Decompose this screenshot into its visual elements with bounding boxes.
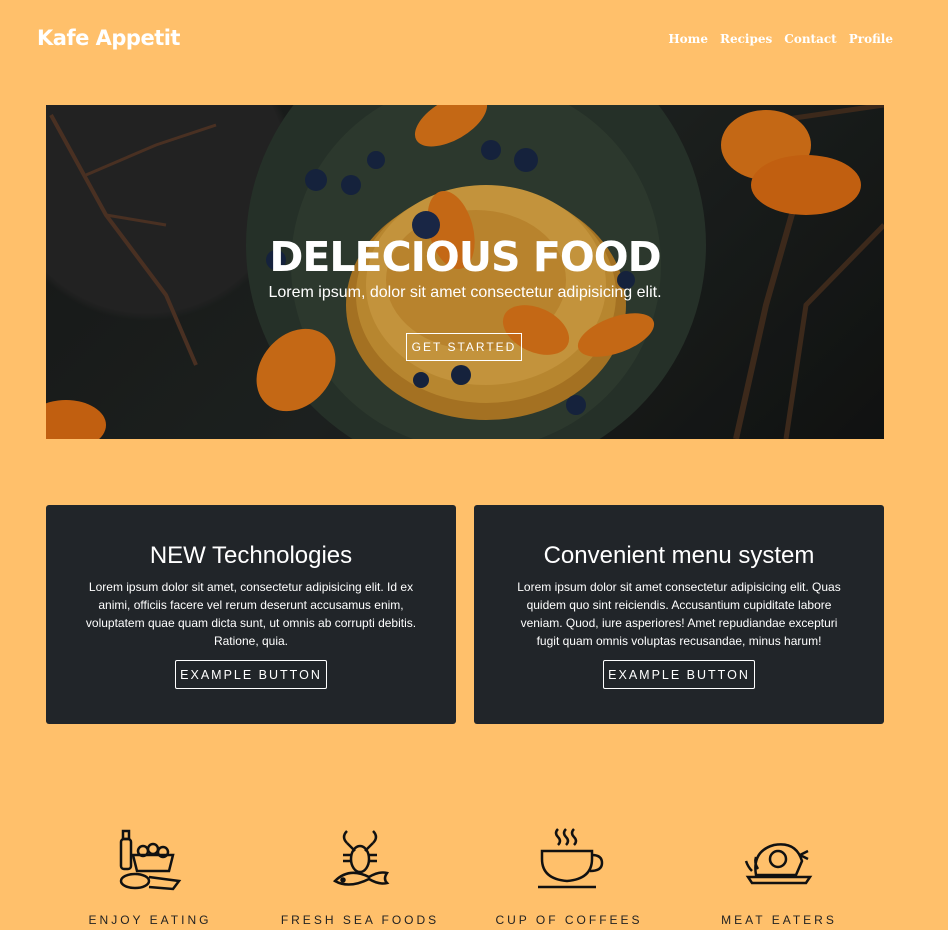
brand-logo[interactable]: Kafe Appetit — [37, 26, 180, 50]
roast-chicken-icon — [744, 843, 813, 885]
example-button[interactable]: EXAMPLE BUTTON — [175, 660, 327, 689]
feature-label: FRESH SEA FOODS — [280, 913, 440, 927]
feature-cup-of-coffees: CUP OF COFFEES — [469, 825, 669, 927]
coffee-cup-icon — [538, 828, 604, 889]
feature-label: MEAT EATERS — [721, 913, 837, 927]
card-title: NEW Technologies — [149, 542, 353, 569]
seafood-icon — [332, 830, 390, 886]
feature-meat-eaters: MEAT EATERS — [679, 825, 879, 927]
groceries-icon — [119, 829, 182, 891]
nav-recipes-link[interactable]: Recipes — [720, 32, 772, 46]
card-title: Convenient menu system — [543, 542, 815, 569]
hero-title: DELECIOUS FOOD — [269, 233, 661, 281]
example-button[interactable]: EXAMPLE BUTTON — [603, 660, 755, 689]
feature-card-technologies: NEW Technologies Lorem ipsum dolor sit a… — [46, 505, 456, 724]
card-text: Lorem ipsum dolor sit amet, consectetur … — [85, 580, 417, 648]
feature-fresh-sea-foods: FRESH SEA FOODS — [260, 825, 460, 927]
hero-banner: DELECIOUS FOOD Lorem ipsum, dolor sit am… — [46, 105, 884, 439]
feature-label: ENJOY EATING — [88, 913, 212, 927]
main-nav: Home Recipes Contact Profile — [668, 32, 893, 46]
nav-profile-link[interactable]: Profile — [849, 32, 893, 46]
get-started-button[interactable]: GET STARTED — [406, 333, 522, 361]
nav-home-link[interactable]: Home — [668, 32, 708, 46]
feature-label: CUP OF COFFEES — [495, 913, 643, 927]
hero-subtitle: Lorem ipsum, dolor sit amet consectetur … — [268, 284, 662, 301]
nav-contact-link[interactable]: Contact — [784, 32, 836, 46]
card-text: Lorem ipsum dolor sit amet consectetur a… — [517, 580, 841, 648]
feature-enjoy-eating: ENJOY EATING — [50, 825, 250, 927]
feature-card-menu-system: Convenient menu system Lorem ipsum dolor… — [474, 505, 884, 724]
